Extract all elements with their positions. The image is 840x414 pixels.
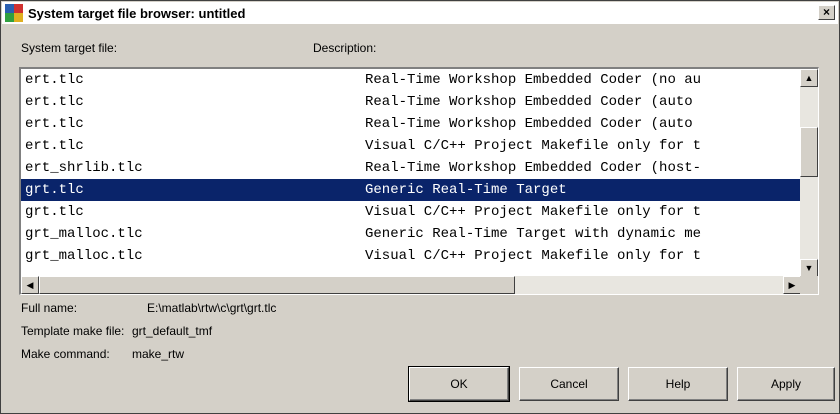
scroll-up-icon: ▲ — [804, 73, 814, 83]
list-item-description: Real-Time Workshop Embedded Coder (auto — [365, 94, 693, 110]
list-item-description: Visual C/C++ Project Makefile only for t — [365, 204, 702, 220]
list-item[interactable]: ert.tlc Real-Time Workshop Embedded Coder… — [21, 113, 801, 135]
template-make-file-value: grt_default_tmf — [132, 324, 213, 338]
list-item[interactable]: grt_malloc.tlc Generic Real-Time Target w… — [21, 223, 801, 245]
list-item[interactable]: grt.tlc Generic Real-Time Target — [21, 179, 801, 201]
make-command-value: make_rtw — [132, 347, 185, 361]
list-item[interactable]: ert.tlc Visual C/C++ Project Makefile onl… — [21, 135, 801, 157]
simulink-app-icon — [5, 4, 23, 22]
list-item-file: ert.tlc — [25, 72, 84, 88]
vertical-scrollbar[interactable]: ▲ ▼ — [800, 69, 818, 277]
list-item-file: ert.tlc — [25, 138, 84, 154]
list-item-description: Visual C/C++ Project Makefile only for t — [365, 248, 702, 264]
list-item[interactable]: grt.tlc Visual C/C++ Project Makefile onl… — [21, 201, 801, 223]
full-name-row: Full name: E:\matlab\rtw\c\grt\grt.tlc — [21, 301, 276, 315]
make-command-row: Make command: make_rtw — [21, 347, 184, 361]
close-icon: × — [822, 5, 830, 19]
list-item-file: grt_malloc.tlc — [25, 248, 143, 264]
horizontal-scrollbar[interactable]: ◀ ▶ — [21, 276, 801, 294]
window-title: System target file browser: untitled — [28, 5, 246, 21]
scroll-left-button[interactable]: ◀ — [21, 276, 39, 294]
scroll-left-icon: ◀ — [26, 280, 34, 290]
list-item[interactable]: ert.tlc Real-Time Workshop Embedded Coder… — [21, 69, 801, 91]
full-name-label: Full name: — [21, 301, 78, 315]
template-make-file-row: Template make file: grt_default_tmf — [21, 324, 212, 338]
scrollbar-corner — [800, 276, 818, 294]
scroll-right-icon: ▶ — [788, 280, 796, 290]
list-item-description: Generic Real-Time Target with dynamic me — [365, 226, 702, 242]
horizontal-scroll-thumb[interactable] — [39, 276, 515, 294]
list-item-description: Generic Real-Time Target — [365, 182, 567, 198]
help-button[interactable]: Help — [628, 367, 728, 401]
list-item-description: Real-Time Workshop Embedded Coder (no au — [365, 72, 702, 88]
list-item-description: Real-Time Workshop Embedded Coder (auto — [365, 116, 693, 132]
list-item-file: ert.tlc — [25, 116, 84, 132]
list-item-description: Visual C/C++ Project Makefile only for t — [365, 138, 702, 154]
cancel-button[interactable]: Cancel — [519, 367, 619, 401]
list-item[interactable]: grt_malloc.tlc Visual C/C++ Project Makef… — [21, 245, 801, 267]
scroll-down-button[interactable]: ▼ — [800, 259, 818, 277]
title-bar[interactable]: System target file browser: untitled × — [2, 2, 838, 24]
column-header-target-file: System target file: — [21, 41, 118, 55]
close-button[interactable]: × — [818, 5, 835, 20]
full-name-value: E:\matlab\rtw\c\grt\grt.tlc — [147, 301, 277, 315]
template-make-file-label: Template make file: — [21, 324, 125, 338]
list-item-file: grt_malloc.tlc — [25, 226, 143, 242]
scroll-right-button[interactable]: ▶ — [783, 276, 801, 294]
list-item-description: Real-Time Workshop Embedded Coder (host- — [365, 160, 702, 176]
ok-button[interactable]: OK — [408, 366, 510, 402]
apply-button[interactable]: Apply — [737, 367, 835, 401]
scroll-down-icon: ▼ — [804, 263, 814, 273]
scroll-up-button[interactable]: ▲ — [800, 69, 818, 87]
make-command-label: Make command: — [21, 347, 110, 361]
vertical-scroll-thumb[interactable] — [800, 127, 818, 177]
list-item[interactable]: ert_shrlib.tlc Real-Time Workshop Embedde… — [21, 157, 801, 179]
target-file-rows: ert.tlc Real-Time Workshop Embedded Coder… — [21, 69, 801, 267]
list-item-file: grt.tlc — [25, 182, 84, 198]
list-item-file: ert_shrlib.tlc — [25, 160, 143, 176]
dialog-window: System target file browser: untitled × S… — [0, 0, 840, 414]
list-item-file: ert.tlc — [25, 94, 84, 110]
target-file-list[interactable]: ert.tlc Real-Time Workshop Embedded Coder… — [19, 67, 819, 295]
list-item-file: grt.tlc — [25, 204, 84, 220]
column-header-description: Description: — [313, 41, 377, 55]
list-item[interactable]: ert.tlc Real-Time Workshop Embedded Coder… — [21, 91, 801, 113]
